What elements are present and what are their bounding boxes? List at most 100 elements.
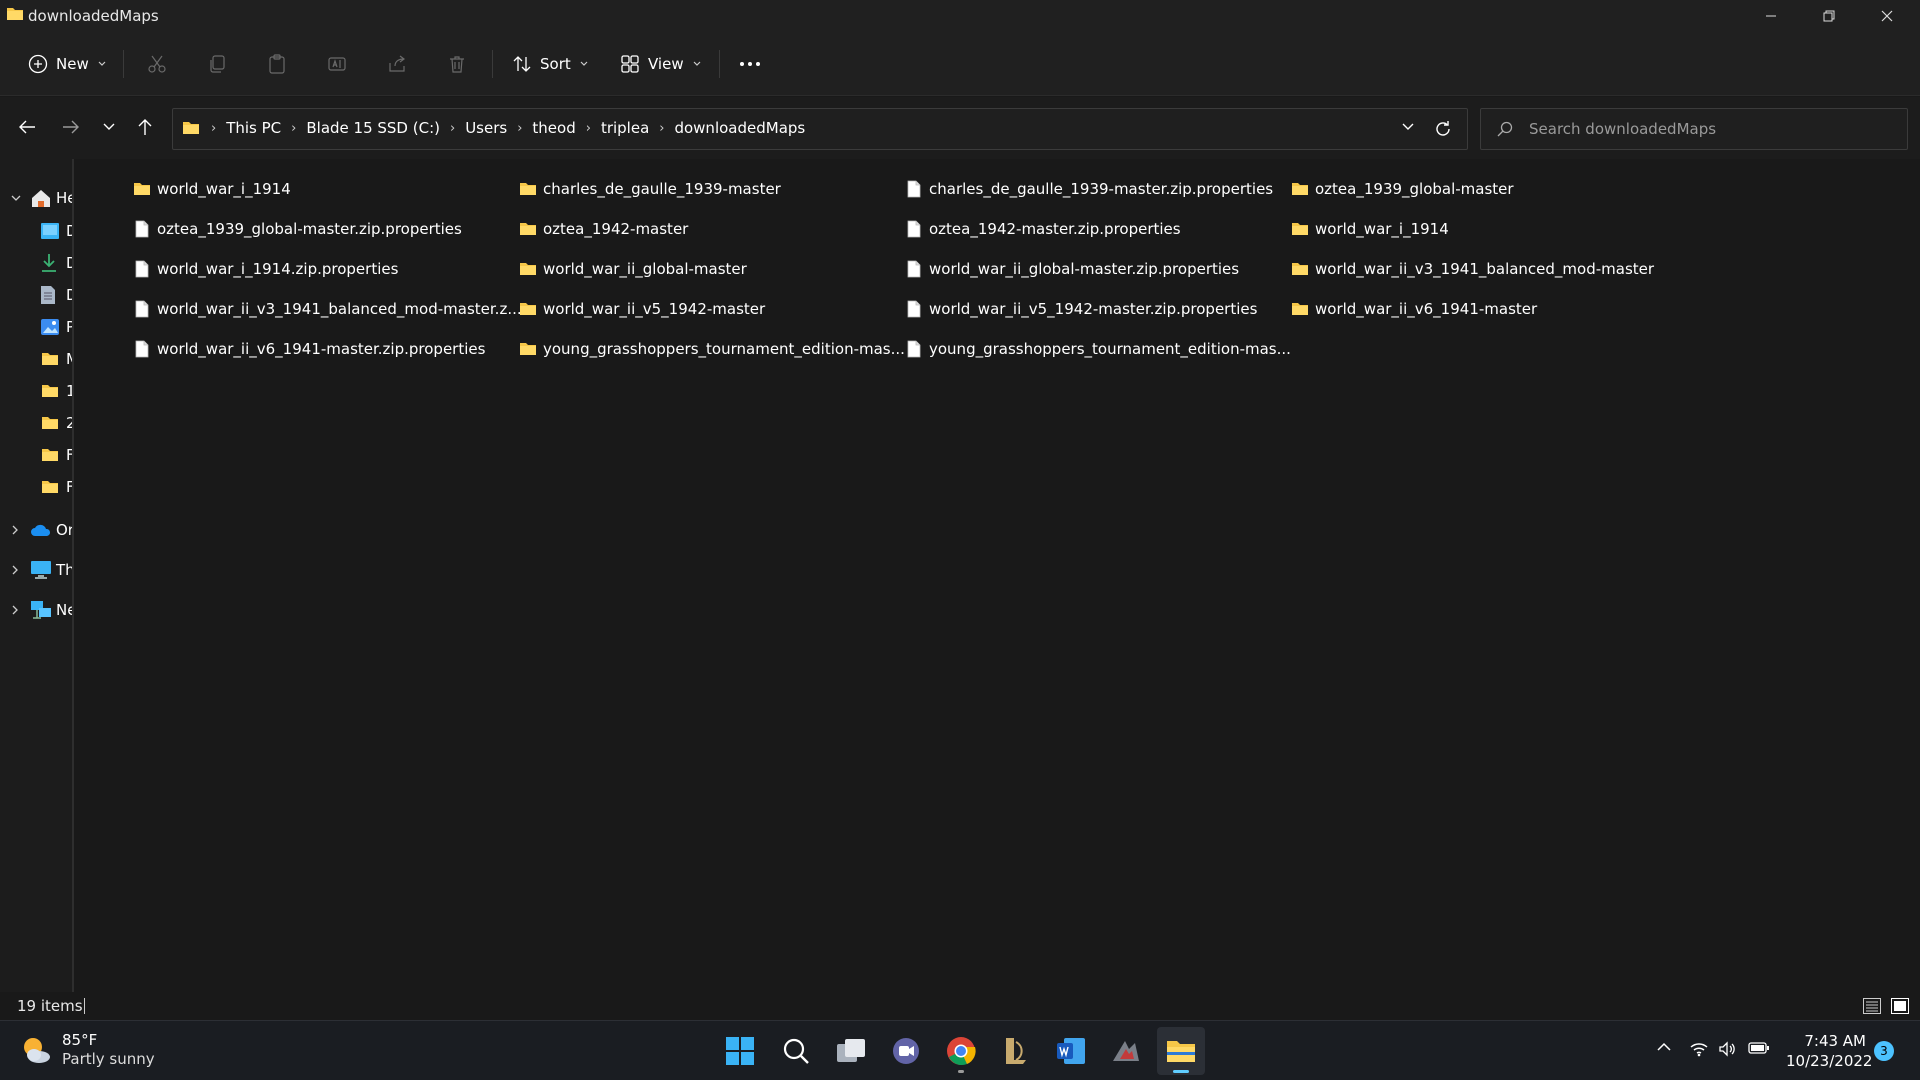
chrome-button[interactable] [937, 1027, 985, 1075]
paste-button[interactable] [265, 52, 289, 76]
clock[interactable]: 7:43 AM 10/23/2022 [1786, 1031, 1872, 1071]
folder-item[interactable]: world_war_ii_v5_1942-master [519, 294, 765, 324]
up-button[interactable] [130, 112, 160, 142]
sidebar-item-home[interactable]: He [0, 183, 72, 213]
breadcrumb-item[interactable]: This PC [226, 119, 281, 137]
file-explorer-button[interactable] [1157, 1027, 1205, 1075]
forward-button[interactable] [56, 112, 86, 142]
sidebar-item-downloads[interactable]: D [0, 248, 72, 278]
chevron-right-icon[interactable] [10, 604, 20, 616]
sort-button[interactable]: Sort [506, 46, 595, 82]
file-item[interactable]: world_war_ii_v6_1941-master.zip.properti… [133, 334, 485, 364]
folder-item[interactable]: world_war_i_1914 [1291, 214, 1449, 244]
share-button[interactable] [385, 52, 409, 76]
file-item[interactable]: world_war_ii_global-master.zip.propertie… [905, 254, 1239, 284]
breadcrumb-item[interactable]: Users [465, 119, 507, 137]
word-button[interactable] [1047, 1027, 1095, 1075]
more-options-button[interactable] [738, 52, 762, 76]
chrome-icon [946, 1036, 976, 1066]
sidebar-item-this-pc[interactable]: Th [0, 555, 72, 585]
folder-item[interactable]: oztea_1942-master [519, 214, 688, 244]
league-client-button[interactable] [992, 1027, 1040, 1075]
sidebar-item-music[interactable]: M [0, 344, 72, 374]
chevron-right-icon[interactable] [10, 564, 20, 576]
chevron-up-icon[interactable] [1656, 1041, 1672, 1053]
sidebar-item-network[interactable]: Ne [0, 595, 72, 625]
sidebar-item-f[interactable]: F [0, 440, 72, 470]
chat-button[interactable] [882, 1027, 930, 1075]
weather-description: Partly sunny [62, 1050, 155, 1068]
teams-chat-icon [891, 1036, 921, 1066]
share-icon [387, 54, 407, 74]
folder-item[interactable]: world_war_i_1914 [133, 174, 291, 204]
separator [719, 50, 720, 78]
folder-item[interactable]: world_war_ii_v3_1941_balanced_mod-master [1291, 254, 1654, 284]
folder-icon [519, 180, 537, 198]
task-view-button[interactable] [827, 1027, 875, 1075]
weather-widget[interactable]: 85°F Partly sunny [20, 1031, 155, 1069]
sidebar-item-2[interactable]: 2 [0, 408, 72, 438]
wifi-icon[interactable] [1690, 1041, 1708, 1057]
breadcrumb-item[interactable]: Blade 15 SSD (C:) [306, 119, 440, 137]
file-item[interactable]: oztea_1942-master.zip.properties [905, 214, 1181, 244]
start-button[interactable] [716, 1027, 764, 1075]
file-item[interactable]: world_war_i_1914.zip.properties [133, 254, 398, 284]
taskbar-search-button[interactable] [772, 1027, 820, 1075]
chevron-down-icon[interactable] [10, 193, 22, 203]
notification-badge[interactable]: 3 [1874, 1041, 1894, 1061]
folder-icon [1291, 220, 1309, 238]
cut-button[interactable] [145, 52, 169, 76]
minimize-button[interactable] [1742, 0, 1800, 32]
file-item[interactable]: young_grasshoppers_tournament_edition-ma… [905, 334, 1291, 364]
sidebar-item-pictures[interactable]: P [0, 312, 72, 342]
refresh-icon[interactable] [1433, 119, 1453, 139]
chevron-right-icon: › [291, 120, 297, 136]
arrow-left-icon [18, 119, 36, 135]
file-item[interactable]: oztea_1939_global-master.zip.properties [133, 214, 462, 244]
chevron-right-icon: › [211, 120, 217, 136]
restore-icon [1823, 10, 1835, 22]
folder-item[interactable]: charles_de_gaulle_1939-master [519, 174, 781, 204]
file-item[interactable]: world_war_ii_v3_1941_balanced_mod-master… [133, 294, 522, 324]
sidebar-item-desktop[interactable]: D [0, 216, 72, 246]
large-icons-view-icon[interactable] [1890, 996, 1910, 1016]
restore-button[interactable] [1800, 0, 1858, 32]
delete-button[interactable] [445, 52, 469, 76]
folder-item[interactable]: young_grasshoppers_tournament_edition-ma… [519, 334, 905, 364]
back-button[interactable] [12, 112, 42, 142]
breadcrumb-item[interactable]: theod [532, 119, 575, 137]
file-icon [905, 180, 923, 198]
file-item[interactable]: world_war_ii_v5_1942-master.zip.properti… [905, 294, 1257, 324]
rename-button[interactable] [325, 52, 349, 76]
item-name: world_war_i_1914.zip.properties [157, 260, 399, 278]
sidebar-item-1[interactable]: 1 [0, 376, 72, 406]
sidebar-item-documents[interactable]: D [0, 280, 72, 310]
breadcrumb-item[interactable]: downloadedMaps [674, 119, 805, 137]
battery-icon[interactable] [1748, 1041, 1770, 1055]
item-name: young_grasshoppers_tournament_edition-ma… [543, 340, 905, 358]
file-explorer-icon [1166, 1038, 1196, 1064]
recent-locations-button[interactable] [94, 112, 124, 142]
new-button[interactable]: New [22, 46, 113, 82]
sidebar-item-onedrive[interactable]: Or [0, 515, 72, 545]
chevron-down-icon [579, 60, 589, 68]
search-input[interactable] [1529, 118, 1889, 140]
view-button[interactable]: View [614, 46, 708, 82]
close-button[interactable] [1858, 0, 1916, 32]
folder-item[interactable]: world_war_ii_v6_1941-master [1291, 294, 1537, 324]
copy-button[interactable] [205, 52, 229, 76]
breadcrumb: › This PC › Blade 15 SSD (C:) › Users › … [181, 119, 805, 137]
folder-item[interactable]: world_war_ii_global-master [519, 254, 747, 284]
chevron-right-icon[interactable] [10, 524, 20, 536]
sidebar-item-f[interactable]: F [0, 472, 72, 502]
file-item[interactable]: charles_de_gaulle_1939-master.zip.proper… [905, 174, 1273, 204]
address-bar[interactable]: › This PC › Blade 15 SSD (C:) › Users › … [172, 108, 1468, 150]
search-box[interactable] [1480, 108, 1908, 150]
item-name: charles_de_gaulle_1939-master.zip.proper… [929, 180, 1274, 198]
game-button[interactable] [1102, 1027, 1150, 1075]
folder-item[interactable]: oztea_1939_global-master [1291, 174, 1514, 204]
details-view-icon[interactable] [1862, 996, 1882, 1016]
breadcrumb-item[interactable]: triplea [601, 119, 649, 137]
volume-icon[interactable] [1718, 1041, 1736, 1057]
address-dropdown-button[interactable] [1401, 121, 1415, 133]
